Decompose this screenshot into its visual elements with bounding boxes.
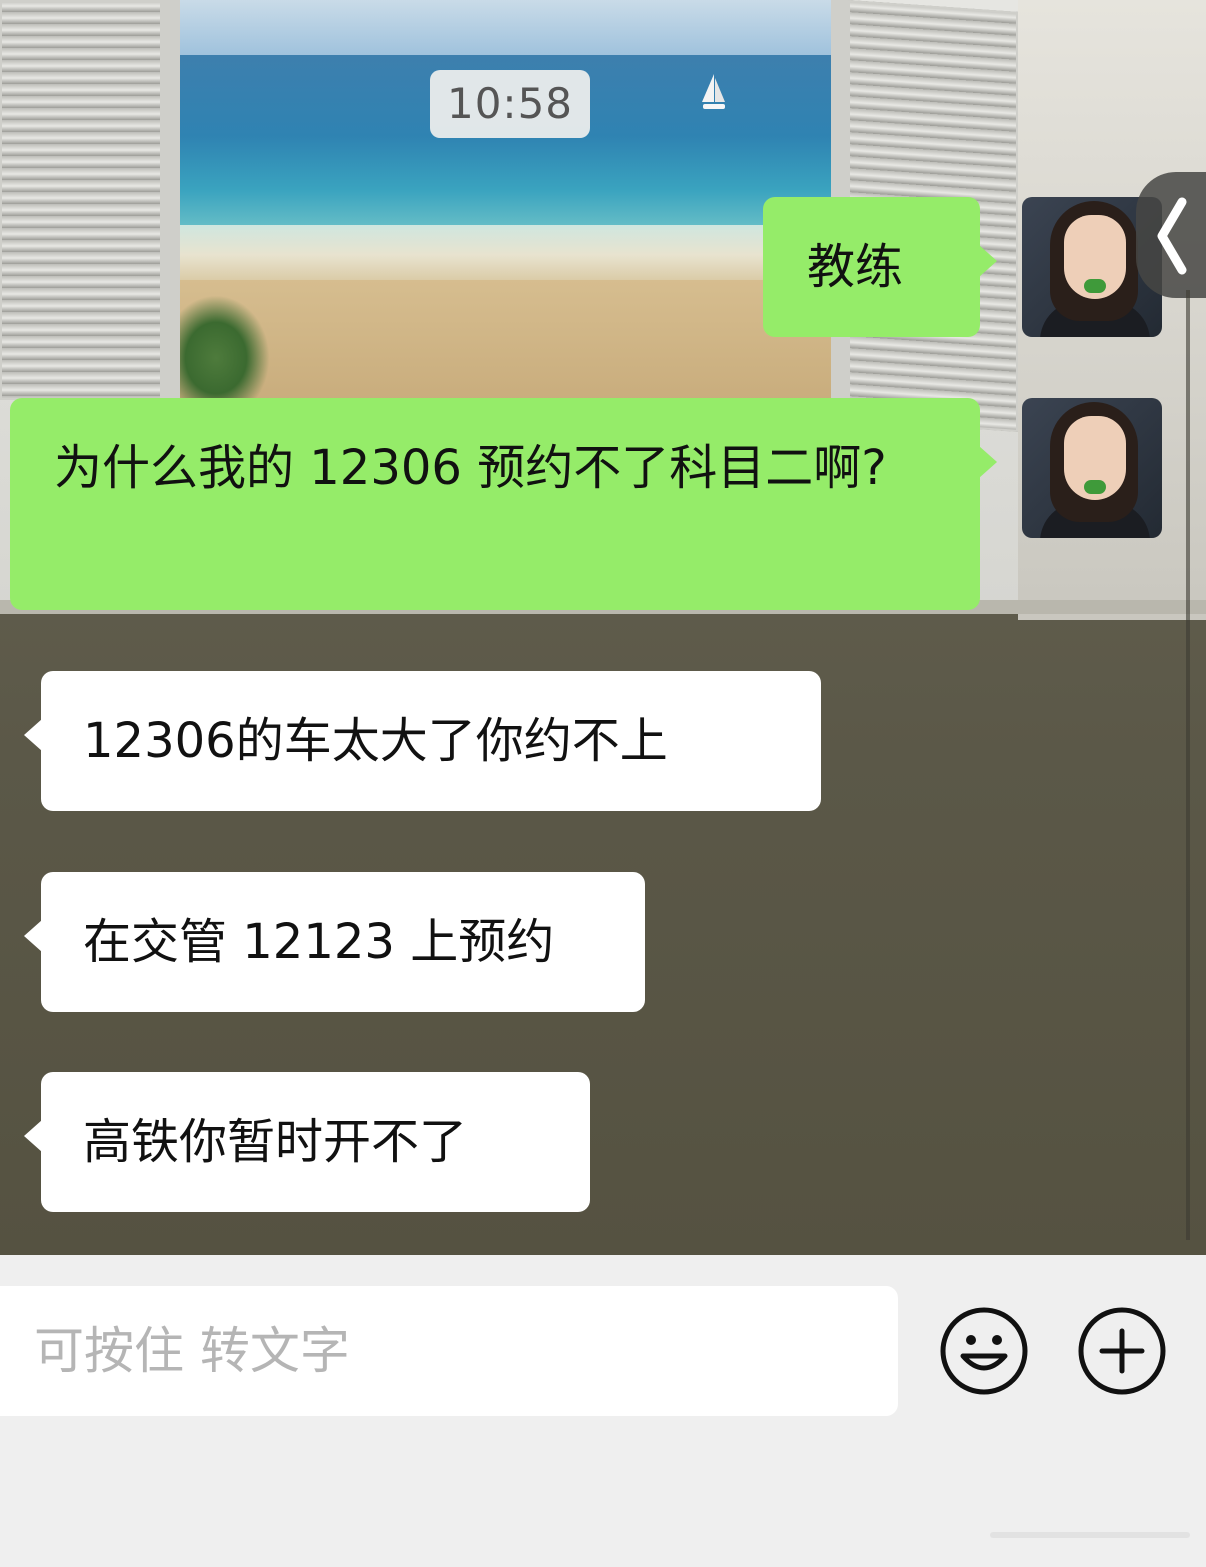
background-sand (178, 280, 833, 400)
scrollbar[interactable] (1186, 290, 1190, 1240)
window-shutter-left (0, 0, 162, 400)
background-surf (178, 225, 833, 285)
avatar-snack (1084, 279, 1106, 293)
hold-to-talk-input[interactable]: 可按住 转文字 (0, 1286, 898, 1416)
message-timestamp: 10:58 (430, 70, 590, 138)
chat-area[interactable] (0, 0, 1206, 1255)
watermark-dots (990, 1532, 1190, 1538)
message-bubble-sent[interactable]: 为什么我的 12306 预约不了科目二啊? (10, 398, 997, 610)
message-bubble-sent[interactable]: 教练 (763, 197, 997, 337)
message-bubble-received[interactable]: 在交管 12123 上预约 (24, 872, 645, 1012)
chevron-left-icon (1157, 197, 1187, 275)
avatar[interactable] (1022, 398, 1162, 538)
smiley-face-icon[interactable] (939, 1306, 1029, 1396)
background-plant (180, 295, 270, 400)
plus-circle-icon[interactable] (1077, 1306, 1167, 1396)
sailboat-icon (702, 74, 725, 109)
avatar-snack (1084, 480, 1106, 494)
window-frame-left (162, 0, 180, 400)
side-back-handle[interactable] (1136, 172, 1206, 298)
background-sky (178, 0, 833, 60)
message-bubble-received[interactable]: 12306的车太大了你约不上 (24, 671, 821, 811)
message-bubble-received[interactable]: 高铁你暂时开不了 (24, 1072, 590, 1212)
